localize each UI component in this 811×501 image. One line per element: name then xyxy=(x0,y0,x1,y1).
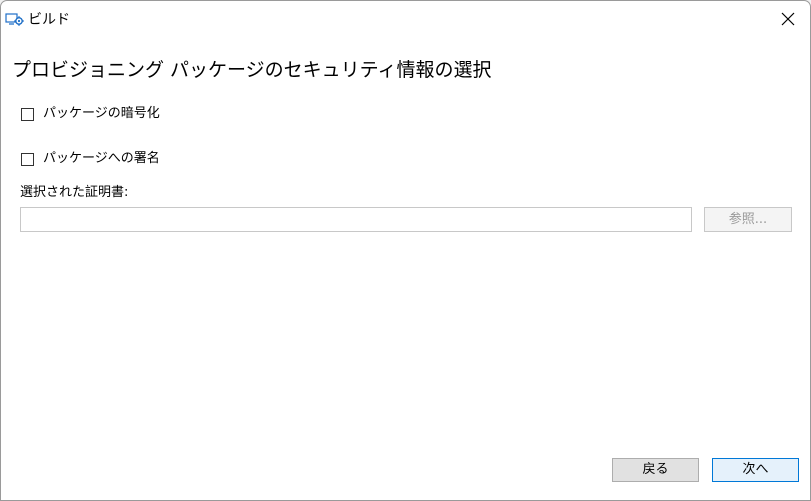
browse-button[interactable]: 参照... xyxy=(704,207,792,232)
build-gear-icon xyxy=(5,12,25,28)
page-title: プロビジョニング パッケージのセキュリティ情報の選択 xyxy=(12,59,492,81)
build-dialog-window: ビルド プロビジョニング パッケージのセキュリティ情報の選択 パッケージの暗号化… xyxy=(0,0,811,501)
sign-package-label[interactable]: パッケージへの署名 xyxy=(43,150,160,168)
window-title: ビルド xyxy=(28,12,70,28)
encrypt-package-option[interactable]: パッケージの暗号化 xyxy=(21,105,160,123)
sign-package-checkbox[interactable] xyxy=(21,152,34,166)
sign-package-option[interactable]: パッケージへの署名 xyxy=(21,150,160,168)
encrypt-package-checkbox[interactable] xyxy=(21,107,34,121)
close-button[interactable] xyxy=(765,1,810,39)
next-button[interactable]: 次へ xyxy=(712,458,799,482)
close-icon xyxy=(781,11,795,30)
encrypt-package-label[interactable]: パッケージの暗号化 xyxy=(43,105,160,123)
selected-certificate-field[interactable] xyxy=(20,207,692,232)
selected-certificate-label: 選択された証明書: xyxy=(20,185,129,200)
title-bar[interactable]: ビルド xyxy=(1,1,810,39)
back-button[interactable]: 戻る xyxy=(612,458,699,482)
